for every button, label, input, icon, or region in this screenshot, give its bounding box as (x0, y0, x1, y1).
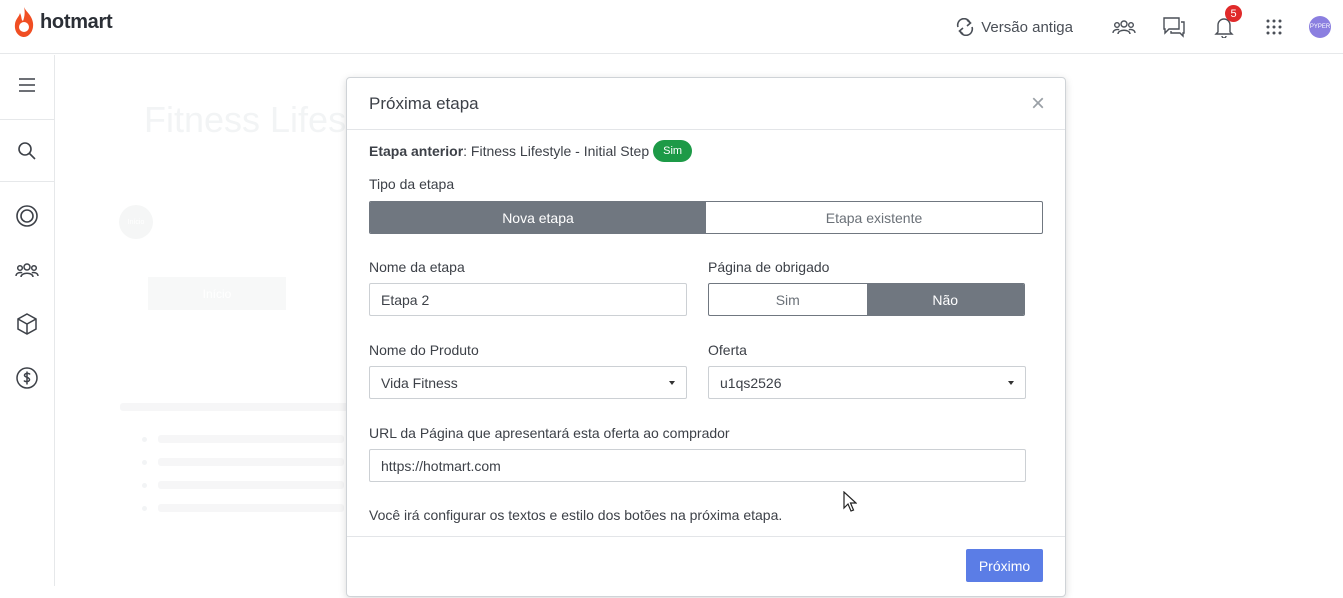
mouse-cursor-icon (843, 491, 857, 512)
url-label: URL da Página que apresentará esta ofert… (369, 425, 730, 441)
next-button[interactable]: Próximo (966, 549, 1043, 582)
menu-button[interactable] (0, 65, 54, 105)
dialog-header: Próxima etapa × (347, 78, 1065, 130)
people-icon (1112, 20, 1136, 35)
sidebar-item-finance[interactable] (0, 358, 54, 398)
brand-name: hotmart (40, 10, 113, 33)
old-version-link[interactable]: Versão antiga (955, 18, 1073, 36)
new-step-option[interactable]: Nova etapa (370, 202, 706, 233)
sidebar-item-users[interactable] (0, 250, 54, 290)
url-input[interactable]: https://hotmart.com (369, 449, 1026, 482)
existing-step-option[interactable]: Etapa existente (706, 202, 1042, 233)
old-version-label: Versão antiga (981, 18, 1073, 36)
dialog-footer: Próximo (347, 536, 1065, 598)
swap-icon (957, 18, 974, 36)
flame-icon (14, 7, 34, 37)
next-step-dialog: Próxima etapa × Etapa anterior : Fitness… (346, 77, 1066, 597)
thanks-page-no-option[interactable]: Não (866, 284, 1024, 315)
thanks-page-yes-option[interactable]: Sim (709, 284, 867, 315)
previous-step: Etapa anterior : Fitness Lifestyle - Ini… (369, 140, 693, 162)
caret-down-icon (1008, 381, 1014, 385)
step-name-value: Etapa 2 (381, 291, 430, 308)
users-icon (15, 263, 39, 278)
search-icon (18, 142, 36, 160)
thanks-page-toggle: Sim Não (708, 283, 1025, 316)
avatar[interactable]: PYPER (1309, 16, 1331, 38)
step-type-toggle: Nova etapa Etapa existente (369, 201, 1043, 234)
target-icon (16, 205, 38, 227)
step-name-input[interactable]: Etapa 2 (369, 283, 687, 316)
close-icon[interactable]: × (1031, 92, 1045, 116)
hamburger-icon (19, 78, 35, 92)
dialog-title: Próxima etapa (369, 93, 479, 113)
notifications-button[interactable]: 5 (1199, 0, 1249, 54)
grid-icon (1266, 19, 1282, 35)
product-select-value: Vida Fitness (381, 374, 458, 391)
next-step-hint: Você irá configurar os textos e estilo d… (369, 507, 783, 523)
offer-label: Oferta (708, 342, 747, 358)
top-bar: hotmart Versão antiga 5 PYPER (0, 0, 1343, 54)
chat-button[interactable] (1149, 0, 1199, 54)
caret-down-icon (669, 381, 675, 385)
hotmart-logo[interactable]: hotmart (12, 6, 113, 38)
step-name-label: Nome da etapa (369, 259, 465, 275)
step-type-label: Tipo da etapa (369, 176, 455, 192)
previous-step-label: Etapa anterior (369, 143, 464, 159)
status-badge: Sim (653, 140, 693, 162)
previous-step-value: : Fitness Lifestyle - Initial Step (463, 143, 650, 159)
url-value: https://hotmart.com (381, 457, 501, 474)
dollar-icon (16, 367, 38, 389)
people-button[interactable] (1099, 0, 1149, 54)
chat-icon (1163, 17, 1185, 38)
thanks-page-label: Página de obrigado (708, 259, 830, 275)
offer-select-value: u1qs2526 (720, 374, 782, 391)
product-name-label: Nome do Produto (369, 342, 479, 358)
apps-button[interactable] (1249, 0, 1299, 54)
box-icon (17, 313, 37, 335)
product-select[interactable]: Vida Fitness (369, 366, 687, 399)
sidebar-item-dashboard[interactable] (0, 196, 54, 236)
search-button[interactable] (0, 131, 54, 171)
offer-select[interactable]: u1qs2526 (708, 366, 1026, 399)
sidebar (0, 55, 55, 586)
sidebar-item-products[interactable] (0, 304, 54, 344)
notification-badge: 5 (1225, 5, 1242, 22)
